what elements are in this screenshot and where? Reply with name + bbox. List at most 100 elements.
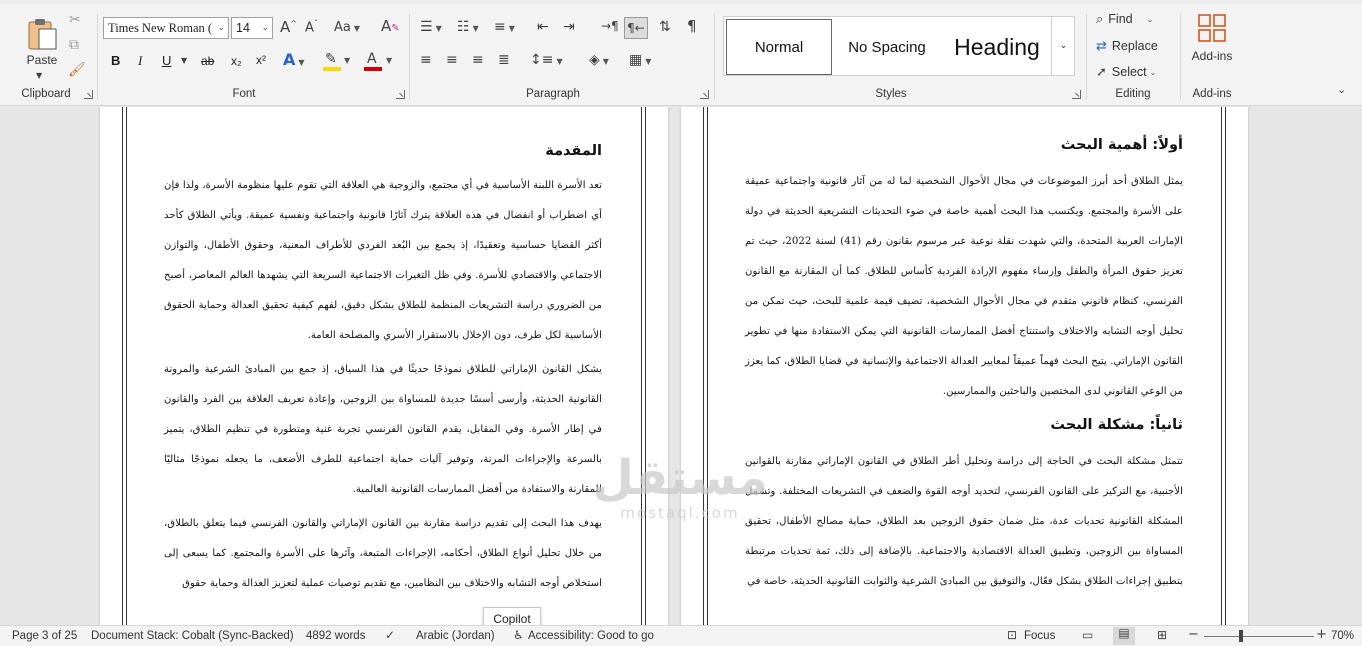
style-no-spacing[interactable]: No Spacing <box>834 19 940 75</box>
print-layout-icon[interactable]: ▤ <box>1113 627 1135 645</box>
read-mode-icon[interactable]: ▭ <box>1082 629 1093 641</box>
style-normal-label: Normal <box>754 38 804 56</box>
grow-font-icon[interactable]: A^ <box>280 20 297 35</box>
show-formatting-marks-icon[interactable]: ¶ <box>687 19 697 34</box>
increase-indent-icon[interactable]: ⇥ <box>563 20 575 34</box>
chevron-down-icon: ⌄ <box>261 23 269 33</box>
multilevel-list-icon[interactable]: ≡ ▼ <box>494 20 515 34</box>
styles-gallery: Normal No Spacing Heading ⌄ <box>723 16 1075 76</box>
superscript-button[interactable]: x² <box>256 53 266 67</box>
align-right-icon[interactable]: ≡ <box>472 53 484 67</box>
format-painter-icon[interactable]: 🖌 <box>68 63 86 77</box>
align-center-icon[interactable]: ≡ <box>446 53 458 67</box>
font-name-value: Times New Roman ( <box>108 20 213 35</box>
replace-icon: ⇄ <box>1096 38 1107 54</box>
style-normal[interactable]: Normal <box>726 19 832 75</box>
text-effects-icon[interactable]: A ▼ <box>283 52 305 68</box>
editing-group-label: Editing <box>1115 88 1151 100</box>
font-size-combo[interactable]: 14 ⌄ <box>231 17 273 39</box>
copilot-tooltip-text: Copilot <box>493 612 531 626</box>
separator <box>1086 14 1087 100</box>
styles-more-chevron-icon[interactable]: ⌄ <box>1051 16 1075 76</box>
paragraph-dialog-launcher-icon[interactable] <box>700 90 709 99</box>
clipboard-icon <box>28 19 57 50</box>
add-ins-label: Add-ins <box>1191 49 1233 63</box>
line-spacing-icon[interactable]: ↕≡ ▼ <box>530 53 563 67</box>
justify-icon[interactable]: ≣ <box>498 53 510 67</box>
clear-formatting-icon[interactable]: A✎ <box>381 19 400 34</box>
body-paragraph: يهدف هذا البحث إلى تقديم دراسة مقارنة بي… <box>164 518 602 589</box>
chevron-down-icon: ⌄ <box>217 23 225 33</box>
change-case-icon[interactable]: Aa ▼ <box>334 21 360 34</box>
document-page-left[interactable]: المقدمة تعد الأسرة اللبنة الأساسية في أي… <box>100 107 668 625</box>
language-status[interactable]: Arabic (Jordan) <box>416 630 495 642</box>
subscript-button[interactable]: x₂ <box>231 54 242 68</box>
strikethrough-button[interactable]: ab <box>201 54 214 68</box>
add-ins-group-label: Add-ins <box>1192 88 1232 100</box>
highlight-color-swatch <box>323 67 341 71</box>
cursor-arrow-icon: ➚ <box>1096 64 1107 80</box>
research-problem-heading: ثانياً: مشكلة البحث <box>1050 417 1183 433</box>
web-layout-icon[interactable]: ⊞ <box>1157 629 1167 641</box>
add-ins-button[interactable]: Add-ins <box>1188 12 1236 64</box>
body-paragraph: يمثل الطلاق أحد أبرز الموضوعات في مجال ا… <box>745 176 1183 397</box>
copy-icon[interactable]: ⧉ <box>69 38 79 52</box>
proofing-icon[interactable]: ✓ <box>385 629 395 641</box>
document-stack-status[interactable]: Document Stack: Cobalt (Sync-Backed) <box>91 630 294 642</box>
clipboard-group-label: Clipboard <box>21 88 71 100</box>
sort-icon[interactable]: ⇅ <box>659 20 671 34</box>
align-left-icon[interactable]: ≡ <box>420 53 432 67</box>
word-count-status[interactable]: 4892 words <box>306 630 365 642</box>
italic-button[interactable]: I <box>138 53 142 69</box>
bold-button[interactable]: B <box>111 53 120 68</box>
select-button[interactable]: ➚ Select ⌄ <box>1096 65 1156 79</box>
find-button[interactable]: ⌕ Find ⌄ <box>1096 12 1153 26</box>
paste-button[interactable]: Paste <box>22 12 62 72</box>
focus-icon[interactable]: ⊡ <box>1007 629 1017 641</box>
font-name-combo[interactable]: Times New Roman ( ⌄ <box>103 17 229 39</box>
zoom-in-icon[interactable]: + <box>1316 628 1327 641</box>
borders-icon[interactable]: ▦ ▼ <box>629 53 651 67</box>
document-page-right[interactable]: أولاً: أهمية البحث يمثل الطلاق أحد أبرز … <box>681 107 1248 625</box>
cut-icon[interactable]: ✂ <box>69 13 81 27</box>
font-dialog-launcher-icon[interactable] <box>396 90 405 99</box>
document-canvas[interactable]: المقدمة تعد الأسرة اللبنة الأساسية في أي… <box>0 107 1362 625</box>
numbering-icon[interactable]: ☷ ▼ <box>457 20 479 34</box>
paste-dropdown-chevron-icon[interactable]: ▼ <box>36 72 42 80</box>
zoom-slider-thumb[interactable] <box>1238 630 1243 642</box>
shading-icon[interactable]: ◈ ▼ <box>589 53 609 67</box>
highlight-color-icon[interactable]: ✎ ▼ <box>322 50 352 72</box>
decrease-indent-icon[interactable]: ⇤ <box>537 20 549 34</box>
font-color-swatch <box>364 67 382 71</box>
search-icon: ⌕ <box>1096 11 1104 27</box>
bullets-icon[interactable]: ☰ ▼ <box>420 20 442 34</box>
replace-button[interactable]: ⇄ Replace <box>1096 39 1158 53</box>
page-count-status[interactable]: Page 3 of 25 <box>12 630 77 642</box>
clipboard-dialog-launcher-icon[interactable] <box>84 90 93 99</box>
zoom-out-icon[interactable]: − <box>1188 628 1199 641</box>
underline-dropdown-chevron-icon[interactable]: ▼ <box>181 57 187 65</box>
rtl-direction-icon[interactable]: ¶← <box>624 17 648 39</box>
font-size-value: 14 <box>236 21 250 35</box>
replace-label: Replace <box>1111 39 1158 53</box>
underline-button[interactable]: U <box>162 53 171 68</box>
letter-a-icon: A <box>367 51 377 67</box>
style-heading[interactable]: Heading <box>942 19 1052 75</box>
select-label: Select <box>1111 65 1147 79</box>
collapse-ribbon-chevron-icon[interactable]: ⌄ <box>1337 84 1346 95</box>
accessibility-status[interactable]: Accessibility: Good to go <box>528 630 654 642</box>
separator <box>409 14 410 100</box>
paragraph-group-label: Paragraph <box>526 88 580 100</box>
paste-label: Paste <box>26 53 58 67</box>
font-color-icon[interactable]: A ▼ <box>363 50 393 72</box>
styles-dialog-launcher-icon[interactable] <box>1072 90 1081 99</box>
zoom-level-status[interactable]: 70% <box>1331 630 1354 642</box>
introduction-heading: المقدمة <box>545 143 602 159</box>
zoom-slider-track[interactable] <box>1204 636 1314 637</box>
status-bar: Page 3 of 25 Document Stack: Cobalt (Syn… <box>0 625 1362 646</box>
ltr-direction-icon[interactable]: →¶ <box>601 20 619 32</box>
chevron-down-icon: ⌄ <box>1149 67 1157 77</box>
shrink-font-icon[interactable]: Aˇ <box>305 20 318 35</box>
accessibility-icon[interactable]: ♿ <box>513 629 524 641</box>
focus-mode-button[interactable]: Focus <box>1024 630 1055 642</box>
